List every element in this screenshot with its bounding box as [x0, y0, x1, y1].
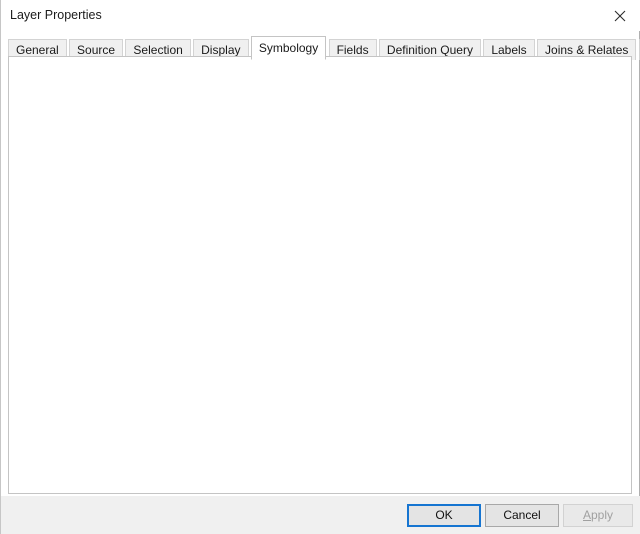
close-glyph [614, 10, 626, 22]
apply-label: pply [591, 508, 613, 522]
title-bar: Layer Properties [1, 0, 640, 31]
layer-properties-dialog: Layer Properties General Source Selectio… [0, 0, 640, 534]
dialog-footer: OK Cancel Apply [1, 496, 640, 534]
tab-bar: General Source Selection Display Symbolo… [8, 36, 640, 57]
apply-accel: A [583, 508, 591, 522]
tab-panel-symbology [8, 56, 632, 494]
close-icon[interactable] [599, 0, 640, 30]
tab-symbology[interactable]: Symbology [251, 36, 326, 60]
window-title: Layer Properties [10, 8, 102, 22]
cancel-button[interactable]: Cancel [485, 504, 559, 527]
apply-button: Apply [563, 504, 633, 527]
ok-button[interactable]: OK [407, 504, 481, 527]
